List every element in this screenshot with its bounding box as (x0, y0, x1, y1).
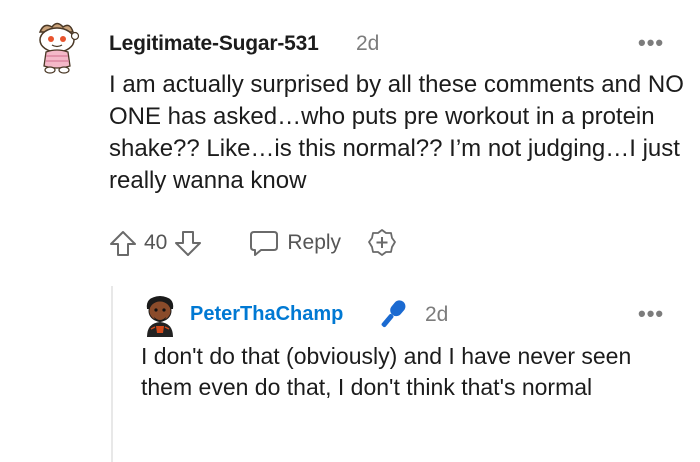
comment-author[interactable]: PeterThaChamp (190, 303, 343, 326)
snoo-avatar-icon[interactable] (32, 18, 82, 78)
comment-actions: 40 Reply (108, 226, 397, 260)
reply-button[interactable]: Reply (249, 229, 341, 257)
microphone-icon (373, 296, 413, 332)
more-options-button[interactable]: ••• (638, 303, 664, 325)
reply-label: Reply (287, 231, 342, 254)
speech-bubble-icon (249, 229, 279, 257)
arrow-up-icon[interactable] (108, 228, 138, 258)
plus-circle-icon[interactable] (367, 228, 397, 258)
more-options-button[interactable]: ••• (638, 32, 664, 54)
comment-body: I don't do that (obviously) and I have n… (141, 343, 632, 400)
arrow-down-icon[interactable] (173, 228, 203, 258)
comment-timestamp[interactable]: 2d (356, 32, 379, 56)
comment-body: I am actually surprised by all these com… (109, 71, 684, 194)
vote-count: 40 (144, 231, 168, 254)
comment-author[interactable]: Legitimate-Sugar-531 (109, 32, 319, 56)
thread-line[interactable] (111, 286, 113, 462)
user-avatar-icon[interactable] (141, 293, 179, 337)
comment-thread: Legitimate-Sugar-531 2d ••• I am actuall… (0, 0, 700, 462)
comment-timestamp[interactable]: 2d (425, 303, 448, 327)
